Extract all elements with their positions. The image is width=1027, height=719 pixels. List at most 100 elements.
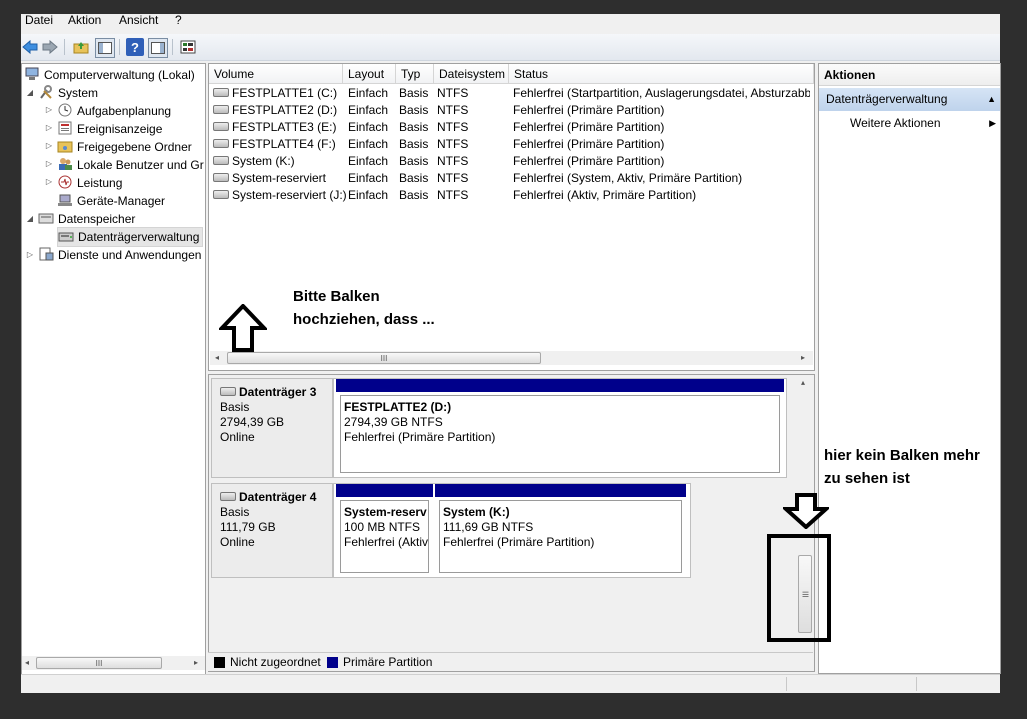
volume-cell: Basis	[399, 103, 429, 117]
computer-management-window: Datei Aktion Ansicht ? ? Computerverwalt…	[21, 13, 1001, 693]
volume-row[interactable]: System-reserviert Einfach Basis NTFS Fehlerf…	[209, 170, 814, 187]
column-header-volume[interactable]: Volume	[209, 64, 343, 84]
show-hide-action-pane-icon[interactable]	[148, 38, 168, 58]
partition-size: 111,69 GB NTFS	[443, 520, 534, 534]
volume-row[interactable]: FESTPLATTE4 (F:) Einfach Basis NTFS Fehlerfr…	[209, 136, 814, 153]
tree-node-geraete-manager[interactable]: Geräte-Manager	[57, 192, 165, 210]
volume-cell: NTFS	[437, 137, 469, 151]
menu-bar: Datei Aktion Ansicht ?	[21, 13, 1000, 34]
tree-node-dienste[interactable]: Dienste und Anwendungen	[38, 246, 201, 264]
expand-icon[interactable]: ▷	[44, 177, 54, 186]
partition-system-reserviert[interactable]: System-reserv 100 MB NTFS Fehlerfrei (Ak…	[336, 484, 433, 577]
tree-node-leistung[interactable]: Leistung	[57, 174, 122, 192]
volume-icon	[213, 122, 229, 131]
shared-folder-icon	[57, 139, 73, 153]
show-hide-tree-icon[interactable]	[95, 38, 115, 58]
volume-name: FESTPLATTE3 (E:)	[232, 120, 337, 134]
tree-label: Computerverwaltung (Lokal)	[44, 68, 195, 82]
partition-status: Fehlerfrei (Aktiv	[344, 535, 429, 549]
volume-cell: Fehlerfrei (Primäre Partition)	[513, 137, 665, 151]
scroll-left-icon[interactable]: ◂	[215, 353, 219, 362]
scroll-right-icon[interactable]: ▸	[194, 658, 198, 667]
disk-4-state: Online	[220, 535, 255, 549]
column-header-status[interactable]: Status	[509, 64, 814, 84]
forward-icon[interactable]	[41, 38, 59, 56]
volume-cell: Basis	[399, 137, 429, 151]
volume-row[interactable]: FESTPLATTE2 (D:) Einfach Basis NTFS Fehlerfr…	[209, 102, 814, 119]
menu-datei[interactable]: Datei	[25, 13, 53, 27]
expand-icon[interactable]: ▷	[44, 159, 54, 168]
tree-node-ereignisanzeige[interactable]: Ereignisanzeige	[57, 120, 162, 138]
properties-icon[interactable]	[179, 38, 197, 56]
tree-node-computerverwaltung[interactable]: Computerverwaltung (Lokal)	[24, 66, 195, 84]
collapse-up-icon[interactable]: ▲	[987, 88, 996, 111]
disk-3-info[interactable]: Datenträger 3 Basis 2794,39 GB Online	[211, 378, 333, 478]
column-header-layout[interactable]: Layout	[343, 64, 396, 84]
collapse-icon[interactable]: ◢	[25, 214, 35, 223]
partition-festplatte2[interactable]: FESTPLATTE2 (D:) 2794,39 GB NTFS Fehlerf…	[336, 379, 784, 477]
tree-label: System	[58, 86, 99, 100]
back-icon[interactable]	[21, 38, 39, 56]
expand-icon[interactable]: ▷	[25, 250, 35, 259]
column-header-dateisystem[interactable]: Dateisystem	[434, 64, 509, 84]
collapse-icon[interactable]: ◢	[25, 88, 35, 97]
disk-4-type: Basis	[220, 505, 250, 519]
actions-section-datentraegerverwaltung[interactable]: Datenträgerverwaltung ▲	[819, 88, 1000, 111]
disk-3-partitions: FESTPLATTE2 (D:) 2794,39 GB NTFS Fehlerf…	[333, 378, 787, 478]
disk-4-info[interactable]: Datenträger 4 Basis 111,79 GB Online	[211, 483, 333, 578]
volume-row[interactable]: System-reserviert (J:) Einfach Basis NTFS Fe…	[209, 187, 814, 204]
tree-node-aufgabenplanung[interactable]: Aufgabenplanung	[57, 102, 171, 120]
list-horizontal-scrollbar[interactable]: ◂ III ▸	[210, 351, 813, 365]
legend-unallocated: Nicht zugeordnet	[230, 655, 321, 669]
scroll-left-icon[interactable]: ◂	[25, 658, 29, 667]
list-scroll-thumb[interactable]: III	[227, 352, 541, 364]
volume-cell: Einfach	[348, 188, 389, 202]
partition-title: FESTPLATTE2 (D:)	[344, 400, 452, 414]
tree-node-freigegebene-ordner[interactable]: Freigegebene Ordner	[57, 138, 192, 156]
tree-label: Lokale Benutzer und Gr	[77, 158, 204, 172]
column-header-typ[interactable]: Typ	[396, 64, 434, 84]
volume-icon	[213, 156, 229, 165]
tree-label: Ereignisanzeige	[77, 122, 163, 136]
help-icon[interactable]: ?	[126, 38, 144, 56]
volume-row[interactable]: FESTPLATTE3 (E:) Einfach Basis NTFS Fehlerfr…	[209, 119, 814, 136]
actions-weitere-aktionen[interactable]: Weitere Aktionen ▶	[819, 114, 1000, 133]
scroll-up-icon[interactable]: ▴	[801, 378, 805, 387]
users-icon	[57, 157, 73, 171]
disk-3-type: Basis	[220, 400, 250, 414]
disk-3-title: Datenträger 3	[220, 385, 332, 400]
down-arrow-annotation-icon	[783, 493, 829, 529]
clock-icon	[57, 103, 73, 117]
menu-help[interactable]: ?	[175, 13, 182, 27]
volume-name: FESTPLATTE2 (D:)	[232, 103, 338, 117]
tree-node-system[interactable]: System	[38, 84, 98, 102]
partition-status: Fehlerfrei (Primäre Partition)	[443, 535, 595, 549]
partition-system-k[interactable]: System (K:) 111,69 GB NTFS Fehlerfrei (P…	[435, 484, 686, 577]
menu-aktion[interactable]: Aktion	[68, 13, 101, 27]
tree-scroll-thumb[interactable]: III	[36, 657, 162, 669]
navigation-tree: Computerverwaltung (Lokal) ◢ System ▷ Au…	[21, 63, 206, 676]
scroll-right-icon[interactable]: ▸	[801, 353, 805, 362]
expand-icon[interactable]: ▷	[44, 123, 54, 132]
expand-icon[interactable]: ▷	[44, 141, 54, 150]
volume-cell: Basis	[399, 120, 429, 134]
computer-management-icon	[24, 67, 40, 81]
tree-label: Leistung	[77, 176, 123, 190]
annotation-right-line1: hier kein Balken mehr	[824, 447, 980, 464]
tree-node-lokale-benutzer[interactable]: Lokale Benutzer und Gr	[57, 156, 204, 174]
tree-horizontal-scrollbar[interactable]: ◂ III ▸	[22, 656, 205, 670]
tree-node-datenspeicher[interactable]: Datenspeicher	[38, 210, 135, 228]
expand-icon[interactable]: ▷	[44, 105, 54, 114]
partition-legend: Nicht zugeordnet Primäre Partition	[208, 652, 813, 671]
tree-label: Aufgabenplanung	[77, 104, 172, 118]
menu-ansicht[interactable]: Ansicht	[119, 13, 158, 27]
services-icon	[38, 247, 54, 261]
status-divider	[916, 677, 917, 691]
actions-title: Aktionen	[819, 64, 1000, 86]
volume-row[interactable]: FESTPLATTE1 (C:) Einfach Basis NTFS Fehlerfr…	[209, 85, 814, 102]
up-folder-icon[interactable]	[72, 38, 90, 56]
tree-node-datentraegerverwaltung[interactable]: Datenträgerverwaltung	[57, 227, 204, 247]
volume-row[interactable]: System (K:) Einfach Basis NTFS Fehlerfrei (P…	[209, 153, 814, 170]
toolbar-separator	[172, 39, 173, 55]
scrollbar-highlight-box	[767, 534, 831, 642]
